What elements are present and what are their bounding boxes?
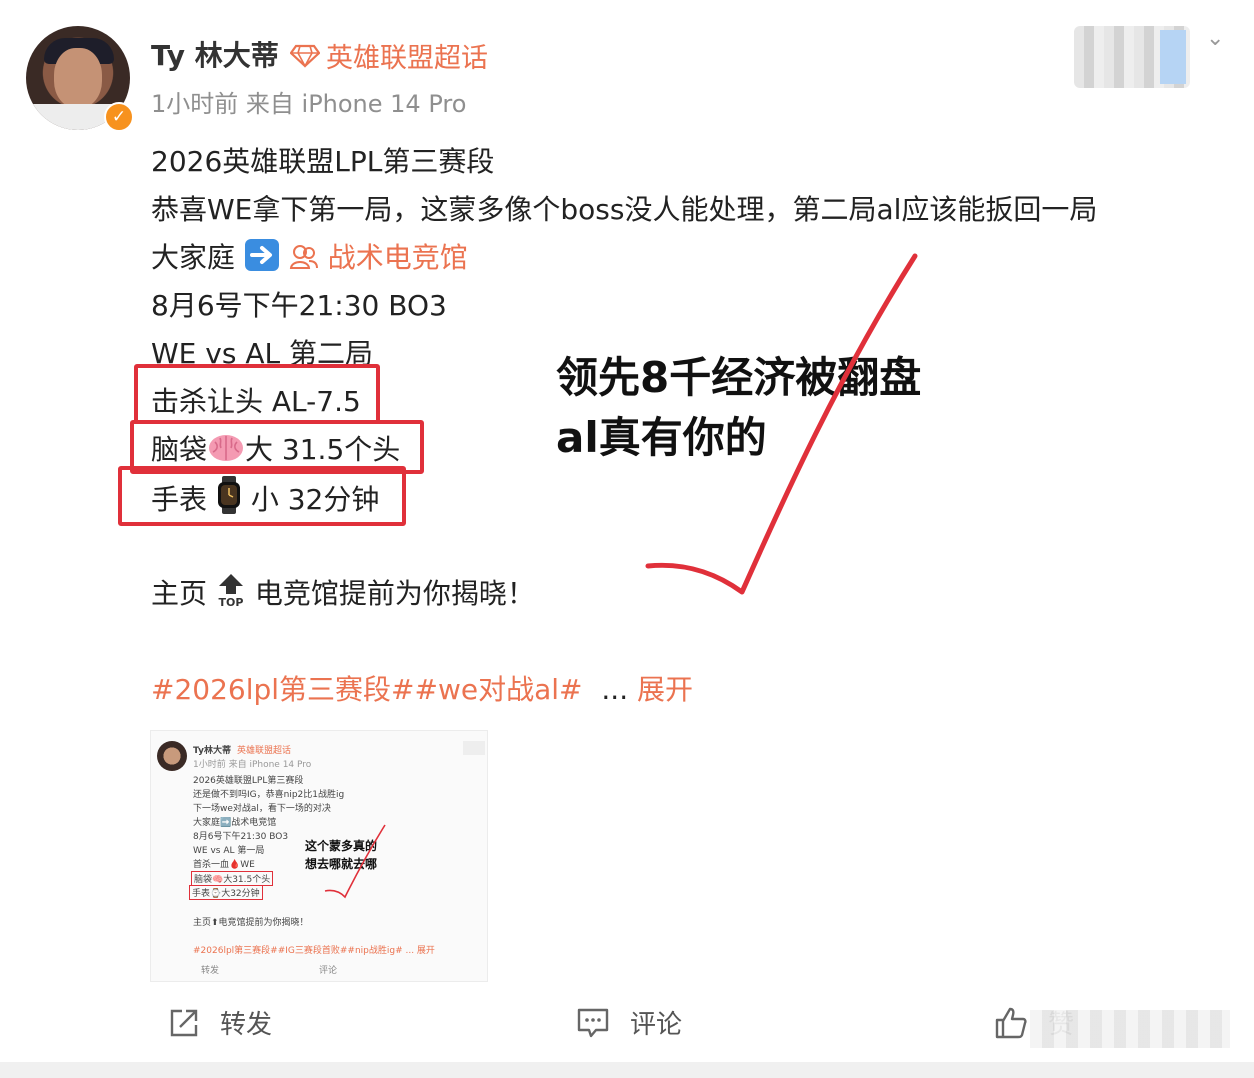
thumb-line-3: 下一场we对战al，看下一场的对决 [193, 804, 331, 814]
brain-line: 脑袋 大 31.5个头 [151, 428, 400, 471]
ellipsis-text: ... [601, 673, 629, 706]
expand-link[interactable]: 展开 [637, 673, 693, 706]
homepage-text: 电竞馆提前为你揭晓！ [254, 577, 535, 610]
post-line-4: 8月6号下午21:30 BO3 [151, 289, 447, 322]
thumb-line-9: 手表⌚大32分钟 [189, 885, 263, 900]
comment-label: 评论 [630, 1010, 683, 1040]
thumb-checkmark [324, 824, 386, 899]
svg-text:TOP: TOP [218, 596, 243, 608]
image-thumbnail[interactable]: Ty林大蒂 英雄联盟超话 1小时前 来自 iPhone 14 Pro 2026英… [150, 730, 488, 982]
homepage-label: 主页 [151, 577, 208, 610]
watermark-blurred [1030, 1010, 1230, 1048]
bottom-divider [0, 1062, 1254, 1078]
post-line-3: 大家庭 战术电竞馆 [151, 236, 468, 279]
top-arrow-icon: TOP [216, 572, 246, 615]
thumb-line-4: 大家庭➡️战术电竞馆 [193, 818, 277, 828]
thumb-line-11: #2026lpl第三赛段##IG三赛段首败##nip战胜ig# ... 展开 [193, 946, 435, 956]
topic-link[interactable]: 英雄联盟超话 [290, 36, 488, 75]
post-line-2: 恭喜WE拿下第一局，这蒙多像个boss没人能处理，第二局al应该能扳回一局 [151, 193, 1098, 226]
family-text: 大家庭 [151, 241, 236, 274]
arrow-right-icon [244, 238, 280, 279]
thumb-line-2: 还是做不到吗IG，恭喜nip2比1战胜ig [193, 790, 345, 800]
diamond-icon [290, 44, 320, 68]
thumb-meta: 1小时前 来自 iPhone 14 Pro [193, 760, 312, 770]
group-icon [289, 245, 318, 269]
brain-label: 脑袋 [151, 433, 208, 466]
thumb-username: Ty林大蒂 [193, 746, 231, 756]
thumbs-up-icon [995, 1007, 1027, 1038]
thumb-comment: 评论 [319, 966, 338, 976]
thumb-line-5: 8月6号下午21:30 BO3 [193, 832, 289, 842]
follow-button-blurred[interactable] [1074, 26, 1190, 88]
topic-label: 英雄联盟超话 [326, 43, 488, 74]
post-line-1: 2026英雄联盟LPL第三赛段 [151, 145, 495, 178]
homepage-line: 主页 TOP 电竞馆提前为你揭晓！ [151, 572, 535, 615]
repost-label: 转发 [220, 1010, 273, 1040]
verified-badge-icon: ✓ [104, 102, 134, 132]
comment-icon [577, 1008, 609, 1037]
watch-icon [216, 476, 242, 521]
thumb-follow-blurred [463, 741, 485, 755]
post-meta: 1小时前 来自 iPhone 14 Pro [151, 90, 467, 118]
share-icon [170, 1009, 198, 1036]
comment-button[interactable]: 评论 [576, 1004, 682, 1041]
chevron-down-icon[interactable]: ⌄ [1206, 26, 1224, 51]
venue-label: 战术电竞馆 [327, 241, 468, 274]
thumb-line-1: 2026英雄联盟LPL第三赛段 [193, 776, 304, 786]
thumb-avatar [157, 741, 187, 771]
username[interactable]: Ty 林大蒂 [151, 34, 279, 74]
watch-value: 小 32分钟 [250, 483, 380, 516]
thumb-line-6: WE vs AL 第一局 [193, 846, 265, 856]
hashtags-link[interactable]: #2026lpl第三赛段##we对战al# [151, 673, 583, 706]
thumb-topic: 英雄联盟超话 [237, 746, 292, 756]
brain-value: 大 31.5个头 [245, 433, 401, 466]
kill-handicap-line: 击杀让头 AL-7.5 [151, 385, 361, 418]
repost-button[interactable]: 转发 [168, 1004, 272, 1041]
thumb-line-8: 脑袋🧠大31.5个头 [191, 871, 274, 886]
hashtag-line: #2026lpl第三赛段##we对战al# ... 展开 [151, 668, 693, 708]
watch-label: 手表 [151, 483, 208, 516]
thumb-line-10: 主页⬆电竞馆提前为你揭晓！ [193, 918, 309, 928]
thumb-line-7: 首杀一血🩸WE [193, 860, 255, 870]
venue-link[interactable]: 战术电竞馆 [289, 241, 468, 274]
checkmark-annotation [645, 253, 918, 595]
thumb-repost: 转发 [201, 966, 220, 976]
watch-line: 手表 小 32分钟 [151, 476, 379, 521]
